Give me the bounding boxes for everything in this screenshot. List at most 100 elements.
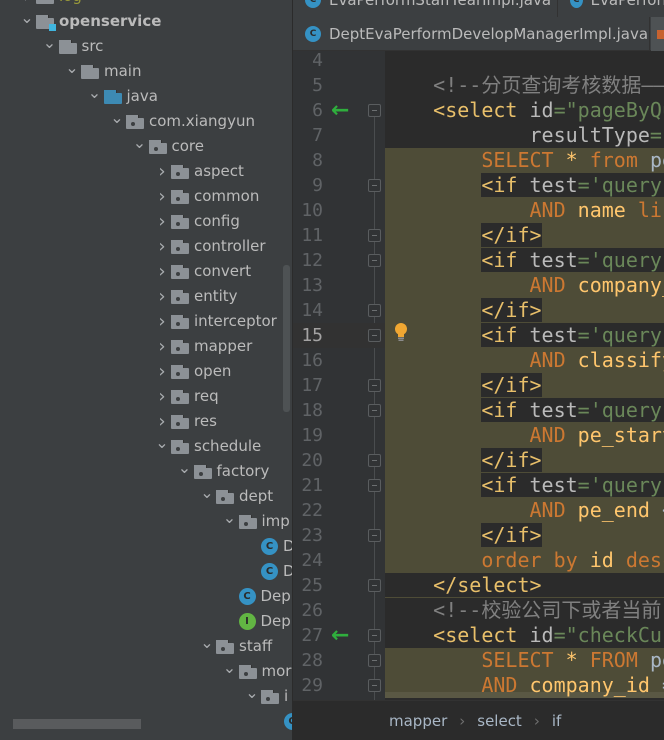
tree-item-req[interactable]: › req xyxy=(153,384,218,409)
code-line[interactable]: <if test='query. xyxy=(385,323,664,348)
tree-item-schedule[interactable]: ⌄ schedule xyxy=(153,433,261,459)
tree-item-aspect[interactable]: › aspect xyxy=(153,159,244,184)
fold-marker-icon[interactable] xyxy=(368,179,381,192)
line-number: 14 xyxy=(301,300,323,321)
chevron-right-icon[interactable]: › xyxy=(153,334,171,359)
code-line[interactable]: <if test='query. xyxy=(385,248,664,273)
tree-item-dep[interactable]: C Dep xyxy=(238,584,291,609)
chevron-down-icon[interactable]: ⌄ xyxy=(63,55,81,80)
code-line[interactable]: <!--校验公司下或者当前 xyxy=(385,598,664,623)
code-line[interactable]: <!--分页查询考核数据—— xyxy=(385,73,664,98)
tree-item-mapper[interactable]: › mapper xyxy=(153,334,252,359)
chevron-right-icon[interactable]: › xyxy=(153,234,171,259)
fold-marker-icon[interactable] xyxy=(368,679,381,692)
code-line[interactable]: </select> xyxy=(385,573,664,598)
tree-item-openservice[interactable]: ⌄ openservice xyxy=(18,8,161,34)
fold-marker-icon[interactable] xyxy=(368,379,381,392)
tab-eva-perform-staff-year-impl[interactable]: C EvaPerformStaffYearImpl.java xyxy=(293,0,558,17)
fold-marker-icon[interactable] xyxy=(368,579,381,592)
breadcrumb-item-if[interactable]: if xyxy=(552,712,561,730)
tree-item-i[interactable]: ⌄ i xyxy=(243,683,288,709)
fold-marker-icon[interactable] xyxy=(368,479,381,492)
chevron-right-icon[interactable]: › xyxy=(153,159,171,184)
code-line[interactable]: SELECT * from pe xyxy=(385,148,664,173)
chevron-down-icon[interactable]: ⌄ xyxy=(86,80,104,105)
lightbulb-intention-icon[interactable] xyxy=(394,323,408,341)
tree-item-open[interactable]: › open xyxy=(153,359,231,384)
chevron-right-icon[interactable]: › xyxy=(153,259,171,284)
code-line[interactable]: order by id desc xyxy=(385,548,664,573)
code-editor[interactable]: <!--分页查询考核数据—— <select id="pageByQu resu… xyxy=(385,51,664,700)
chevron-right-icon[interactable]: › xyxy=(153,284,171,309)
code-line[interactable]: AND classify xyxy=(385,348,664,373)
breadcrumb-item-select[interactable]: select xyxy=(477,712,522,730)
code-line[interactable]: SELECT * FROM pe xyxy=(385,648,664,673)
tab-eva-perform[interactable]: C EvaPerform xyxy=(558,0,664,17)
code-line[interactable]: </if> xyxy=(385,298,664,323)
chevron-down-icon[interactable]: ⌄ xyxy=(131,130,149,155)
tree-item-convert[interactable]: › convert xyxy=(153,259,251,284)
code-line[interactable]: </if> xyxy=(385,448,664,473)
code-line[interactable]: <if test='query. xyxy=(385,398,664,423)
tab-xml-active[interactable] xyxy=(651,17,664,51)
tree-item-imp[interactable]: ⌄ imp xyxy=(221,508,290,534)
tree-item-file[interactable]: C xyxy=(283,709,292,734)
code-line[interactable]: </if> xyxy=(385,223,664,248)
code-line[interactable]: </if> xyxy=(385,373,664,398)
tree-item-interceptor[interactable]: › interceptor xyxy=(153,309,276,334)
navigate-to-implementation-arrow-icon[interactable]: ← xyxy=(331,623,349,648)
chevron-down-icon[interactable]: ⌄ xyxy=(108,105,126,130)
chevron-down-icon[interactable]: ⌄ xyxy=(153,430,171,455)
tab-dept-eva-perform-develop-manager-impl[interactable]: C DeptEvaPerformDevelopManagerImpl.java xyxy=(293,17,650,51)
navigate-to-implementation-arrow-icon[interactable]: ← xyxy=(331,98,349,123)
fold-marker-icon[interactable] xyxy=(368,529,381,542)
fold-marker-icon[interactable] xyxy=(368,404,381,417)
chevron-down-icon[interactable]: ⌄ xyxy=(41,30,59,55)
chevron-right-icon[interactable]: › xyxy=(153,184,171,209)
breadcrumb-item-mapper[interactable]: mapper xyxy=(389,712,447,730)
tree-item-core[interactable]: ⌄ core xyxy=(131,133,204,159)
chevron-right-icon[interactable]: › xyxy=(153,384,171,409)
code-line[interactable]: AND pe_end < xyxy=(385,498,664,523)
fold-marker-icon[interactable] xyxy=(368,329,381,342)
tree-item-dep[interactable]: I Dep xyxy=(238,609,291,634)
chevron-right-icon[interactable]: › xyxy=(153,209,171,234)
code-line[interactable] xyxy=(385,51,664,73)
code-line[interactable]: <select id="checkCur xyxy=(385,623,664,648)
chevron-right-icon[interactable]: › xyxy=(153,359,171,384)
chevron-down-icon[interactable]: ⌄ xyxy=(18,5,36,30)
tree-vertical-scrollbar[interactable] xyxy=(283,265,290,412)
fold-marker-icon[interactable] xyxy=(368,454,381,467)
tree-item-d[interactable]: CD xyxy=(261,534,292,559)
tree-item-common[interactable]: › common xyxy=(153,184,259,209)
tree-item-d[interactable]: CD xyxy=(261,559,292,584)
fold-marker-icon[interactable] xyxy=(368,654,381,667)
code-line[interactable]: </if> xyxy=(385,523,664,548)
code-line[interactable]: AND company_id = xyxy=(385,673,664,698)
tree-item-entity[interactable]: › entity xyxy=(153,284,237,309)
tree-item-controller[interactable]: › controller xyxy=(153,234,265,259)
tree-horizontal-scrollbar[interactable] xyxy=(13,719,141,729)
code-line[interactable]: <if test='query. xyxy=(385,473,664,498)
tree-item-factory[interactable]: ⌄ factory xyxy=(176,458,270,484)
fold-marker-icon[interactable] xyxy=(368,104,381,117)
chevron-down-icon[interactable]: ⌄ xyxy=(243,680,261,705)
code-line[interactable]: AND company_ xyxy=(385,273,664,298)
chevron-down-icon[interactable]: ⌄ xyxy=(198,630,216,655)
code-line[interactable]: AND pe_start xyxy=(385,423,664,448)
chevron-down-icon[interactable]: ⌄ xyxy=(176,455,194,480)
chevron-down-icon[interactable]: ⌄ xyxy=(221,505,239,530)
code-line[interactable]: <if test='query. xyxy=(385,173,664,198)
tree-item-config[interactable]: › config xyxy=(153,209,240,234)
project-tree[interactable]: ›log⌄openservice⌄src⌄main⌄java⌄com.xiang… xyxy=(0,0,293,740)
code-line[interactable]: <select id="pageByQu xyxy=(385,98,664,123)
chevron-down-icon[interactable]: ⌄ xyxy=(198,480,216,505)
chevron-right-icon[interactable]: › xyxy=(153,309,171,334)
chevron-down-icon[interactable]: ⌄ xyxy=(221,655,239,680)
fold-marker-icon[interactable] xyxy=(368,629,381,642)
fold-marker-icon[interactable] xyxy=(368,254,381,267)
code-line[interactable]: AND name lik xyxy=(385,198,664,223)
code-line[interactable]: resultType=" xyxy=(385,123,664,148)
fold-marker-icon[interactable] xyxy=(368,304,381,317)
fold-marker-icon[interactable] xyxy=(368,229,381,242)
